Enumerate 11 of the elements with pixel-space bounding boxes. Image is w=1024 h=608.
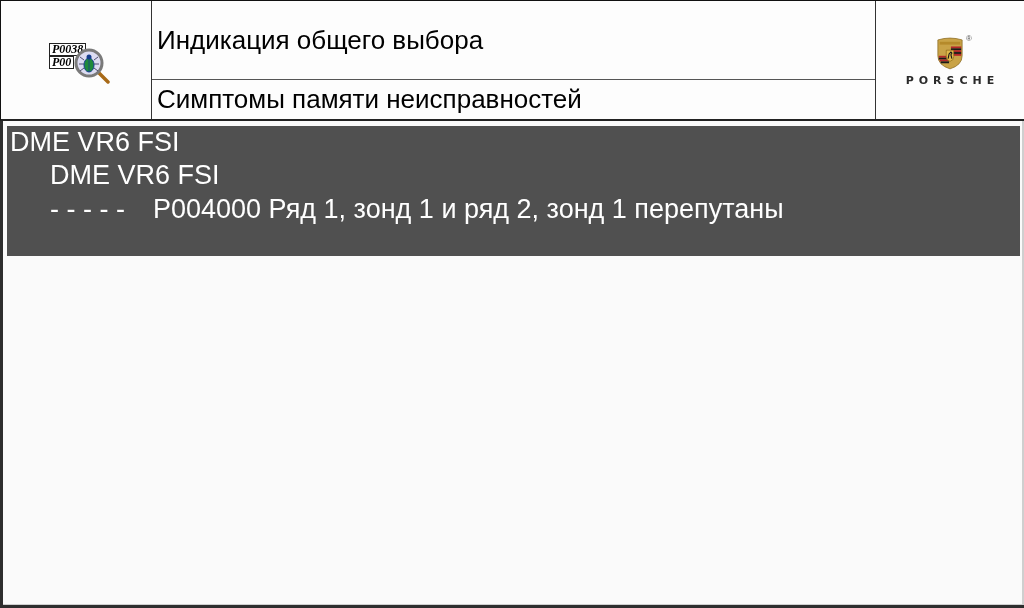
control-unit-label: DME VR6 FSI <box>50 159 220 191</box>
registered-mark: ® <box>966 34 972 43</box>
crest-logo-icon <box>936 35 964 70</box>
section-title: Симптомы памяти неисправностей <box>157 84 582 115</box>
control-unit-label: DME VR6 FSI <box>10 126 180 158</box>
code-label: P00 <box>49 56 75 69</box>
window-title: Индикация общего выбора <box>157 24 484 56</box>
fault-description: P004000 Ряд 1, зонд 1 и ряд 2, зонд 1 перепутаны <box>153 193 784 225</box>
fault-status: - - - - - <box>50 193 125 225</box>
brand-wordmark: PORSCHE <box>905 73 1000 87</box>
control-unit-group[interactable]: DME VR6 FSI DME VR6 FSI - - - - - P004000 Ряд 1, зонд 1 и ряд 2, зонд 1 перепутаны <box>7 126 1020 256</box>
